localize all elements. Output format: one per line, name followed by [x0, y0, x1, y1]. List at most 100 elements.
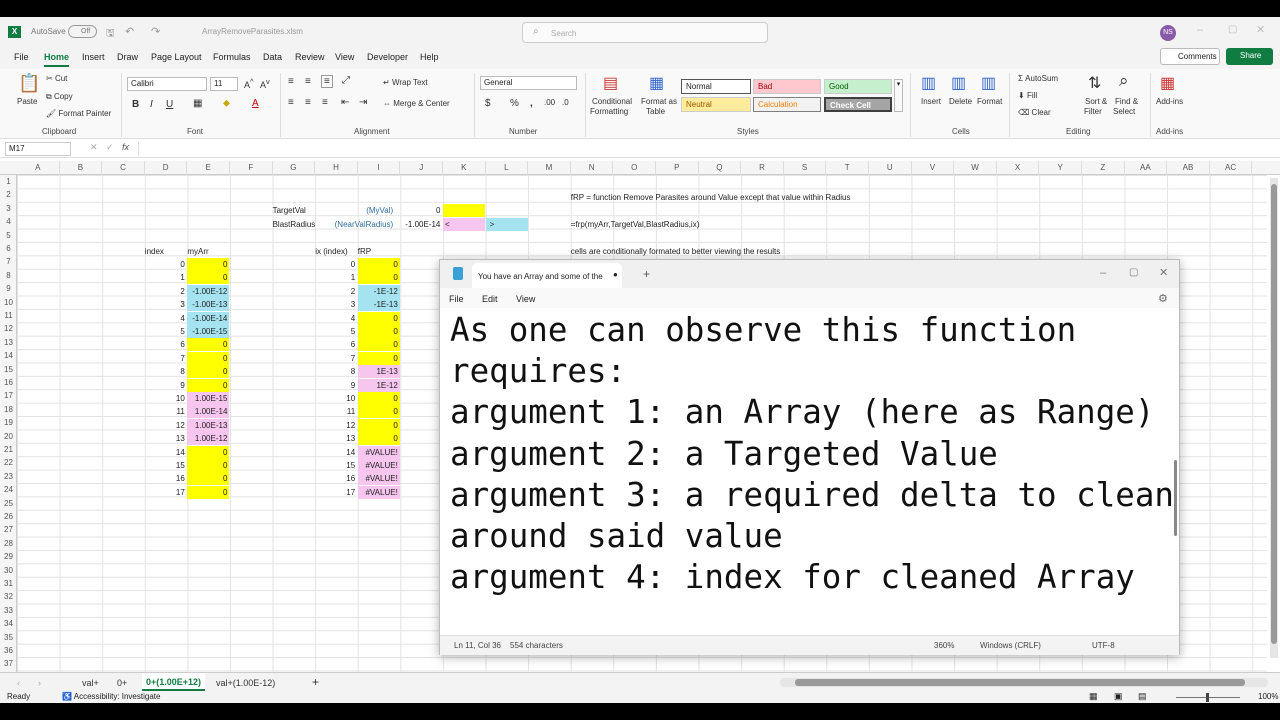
index-cell[interactable]: 4 [145, 312, 187, 325]
ix-cell[interactable]: 14 [315, 446, 357, 459]
settings-gear-icon[interactable]: ⚙ [1158, 292, 1168, 305]
minimize-icon[interactable]: – [1197, 24, 1203, 36]
notepad-menu-edit[interactable]: Edit [482, 294, 498, 304]
index-cell[interactable]: 13 [145, 432, 187, 445]
index-cell[interactable]: 14 [145, 446, 187, 459]
myarr-cell[interactable]: 1.00E-12 [187, 432, 230, 446]
frp-cell[interactable]: -1E-13 [357, 298, 400, 312]
zoom-slider[interactable] [1176, 693, 1240, 702]
font-color-icon[interactable]: A [252, 98, 259, 109]
paste-icon[interactable]: 📋 [18, 73, 40, 94]
column-header[interactable]: K [443, 161, 486, 175]
row-header[interactable]: 6 [0, 242, 17, 255]
notepad-menu-view[interactable]: View [516, 294, 535, 304]
index-cell[interactable]: 10 [145, 392, 187, 405]
value-cell[interactable]: -1.00E-14 [400, 218, 442, 231]
myarr-cell[interactable]: 1.00E-13 [187, 418, 230, 432]
add-sheet-icon[interactable]: + [312, 675, 319, 689]
normal-view-icon[interactable]: ▦ [1089, 691, 1098, 702]
column-header[interactable]: P [656, 161, 699, 175]
row-header[interactable]: 29 [0, 550, 17, 563]
fill-button[interactable]: ⬇ Fill [1018, 91, 1037, 100]
zoom-thumb[interactable] [1206, 693, 1209, 702]
myarr-cell[interactable]: -1.00E-15 [187, 325, 230, 338]
tab-page-layout[interactable]: Page Layout [151, 52, 202, 62]
index-cell[interactable]: 7 [145, 352, 187, 365]
column-header[interactable]: M [528, 161, 571, 175]
header-cell[interactable]: index [145, 245, 187, 258]
value-cell[interactable]: 0 [400, 204, 442, 217]
ix-cell[interactable]: 5 [315, 325, 357, 338]
insert-function-icon[interactable]: fx [122, 142, 129, 152]
row-header[interactable]: 18 [0, 403, 17, 416]
find-select-icon[interactable]: ⌕ [1119, 71, 1129, 91]
index-cell[interactable]: 5 [145, 325, 187, 338]
notepad-menu-file[interactable]: File [449, 294, 464, 304]
frp-cell[interactable]: -1E-12 [357, 284, 400, 298]
row-header[interactable]: 14 [0, 349, 17, 362]
insert-cells-icon[interactable]: ▥ [921, 73, 936, 93]
frp-cell[interactable]: 0 [357, 325, 400, 338]
maximize-icon[interactable]: ▢ [1228, 24, 1237, 35]
frp-cell[interactable]: #VALUE! [357, 459, 400, 472]
myarr-cell[interactable]: 0 [187, 338, 230, 352]
ix-cell[interactable]: 3 [315, 298, 357, 311]
cancel-icon[interactable]: ✕ [90, 142, 98, 153]
range-high-cell[interactable]: > [485, 217, 528, 231]
autosum-button[interactable]: Σ AutoSum [1018, 74, 1058, 83]
merge-center-button[interactable]: ⇔ Merge & Center [383, 99, 450, 108]
index-cell[interactable]: 16 [145, 472, 187, 485]
delete-cells-button[interactable]: Delete [949, 97, 972, 106]
comments-button[interactable]: Comments [1160, 48, 1220, 65]
close-icon[interactable]: ✕ [1159, 266, 1168, 279]
tab-view[interactable]: View [335, 52, 354, 62]
bold-icon[interactable]: B [132, 99, 139, 110]
row-header[interactable]: 26 [0, 510, 17, 523]
find-line2[interactable]: Select [1113, 107, 1135, 116]
header-cell[interactable]: ix (index) [315, 245, 363, 258]
row-header[interactable]: 35 [0, 631, 17, 644]
ix-cell[interactable]: 1 [315, 271, 357, 284]
note-cell[interactable]: fRP = function Remove Parasites around V… [571, 191, 1071, 204]
ix-cell[interactable]: 16 [315, 472, 357, 485]
maximize-icon[interactable]: ▢ [1129, 267, 1138, 278]
prev-sheet-icon[interactable]: ‹ [17, 678, 20, 688]
header-cell[interactable]: fRP [358, 245, 400, 258]
style-normal[interactable]: Normal [681, 79, 751, 94]
tab-help[interactable]: Help [420, 52, 439, 62]
format-cells-icon[interactable]: ▥ [981, 73, 996, 93]
myarr-cell[interactable]: -1.00E-14 [187, 311, 230, 325]
cut-button[interactable]: ✂ Cut [46, 74, 67, 83]
row-header[interactable]: 20 [0, 430, 17, 443]
conditional-formatting-line1[interactable]: Conditional [592, 97, 632, 106]
column-header[interactable]: T [826, 161, 869, 175]
row-header[interactable]: 16 [0, 376, 17, 389]
row-header[interactable]: 13 [0, 336, 17, 349]
notepad-tab[interactable]: You have an Array and some of the ● [472, 263, 622, 288]
frp-cell[interactable]: 0 [357, 432, 400, 446]
column-header[interactable]: AC [1210, 161, 1253, 175]
column-header[interactable]: R [741, 161, 784, 175]
myarr-cell[interactable]: 0 [187, 271, 230, 285]
column-header[interactable]: E [187, 161, 230, 175]
format-as-table-line2[interactable]: Table [646, 107, 665, 116]
column-header[interactable]: U [869, 161, 912, 175]
add-ins-icon[interactable]: ▦ [1160, 73, 1175, 93]
row-header[interactable]: 36 [0, 644, 17, 657]
clear-button[interactable]: ⌫ Clear [1018, 108, 1051, 117]
comma-icon[interactable]: , [530, 98, 533, 109]
index-cell[interactable]: 12 [145, 419, 187, 432]
align-middle-icon[interactable]: ≡ [305, 76, 311, 87]
ix-cell[interactable]: 0 [315, 258, 357, 271]
frp-cell[interactable]: 0 [357, 271, 400, 285]
column-header[interactable]: D [145, 161, 188, 175]
row-header[interactable]: 12 [0, 322, 17, 335]
tab-data[interactable]: Data [263, 52, 282, 62]
myarr-cell[interactable]: 0 [187, 258, 230, 271]
style-neutral[interactable]: Neutral [681, 97, 751, 112]
frp-cell[interactable]: 0 [357, 311, 400, 325]
myarr-cell[interactable]: 0 [187, 365, 230, 379]
myarr-cell[interactable]: -1.00E-13 [187, 298, 230, 312]
notepad-text-area[interactable]: As one can observe this function require… [450, 310, 1174, 598]
index-cell[interactable]: 17 [145, 486, 187, 499]
